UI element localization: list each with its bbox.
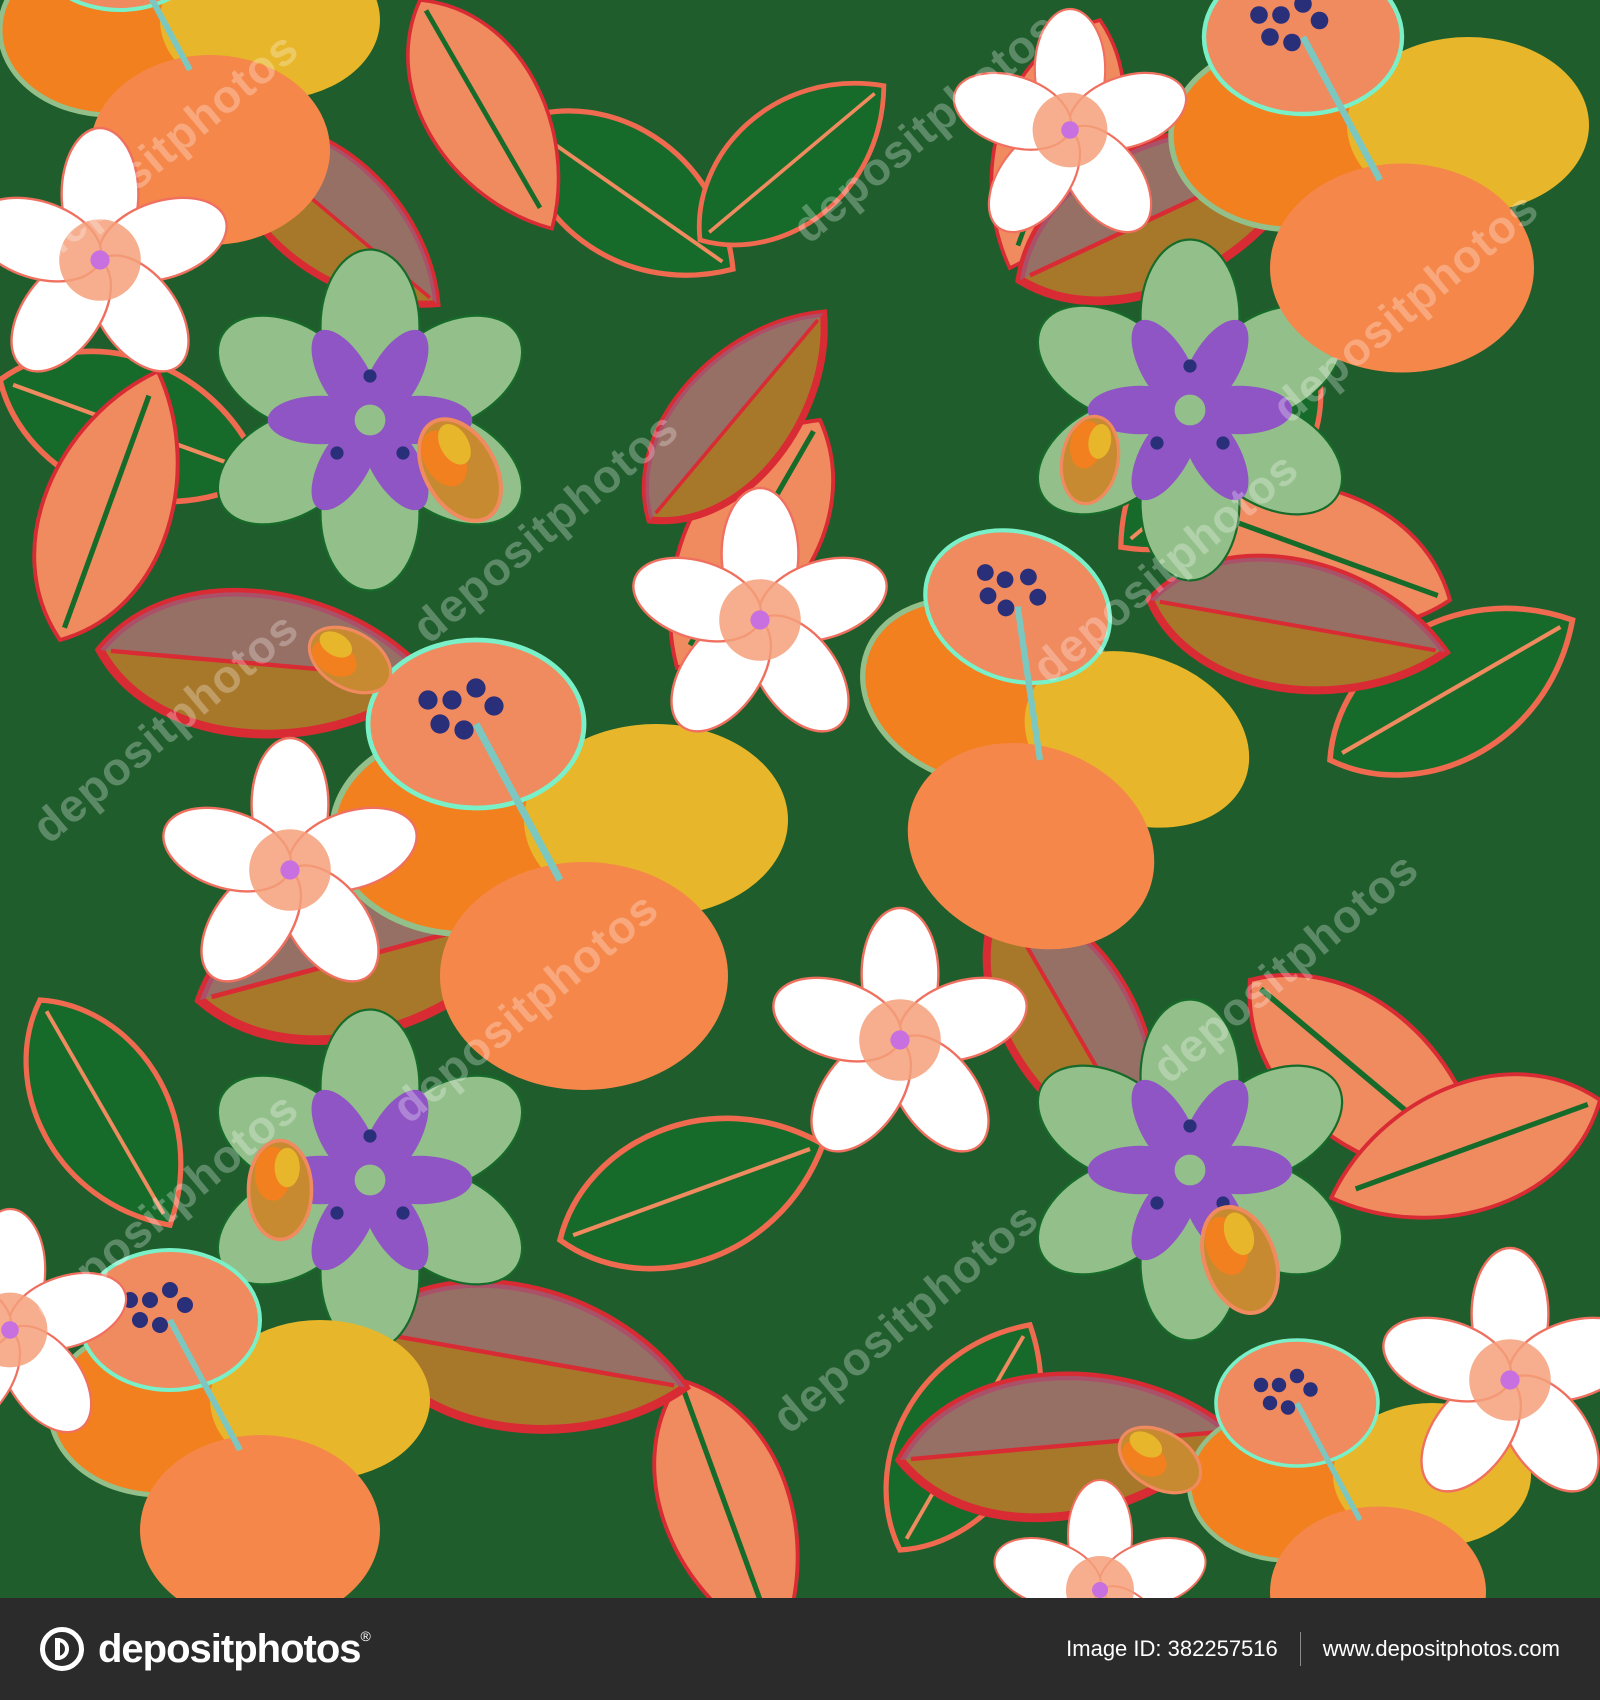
- floral-pattern-svg: [0, 0, 1600, 1598]
- image-id-value: 382257516: [1167, 1636, 1278, 1661]
- floral-pattern-artwork: depositphotos depositphotos depositphoto…: [0, 0, 1600, 1598]
- stock-footer-bar: depositphotos® Image ID: 382257516 www.d…: [0, 1598, 1600, 1700]
- image-meta: Image ID: 382257516 www.depositphotos.co…: [1066, 1632, 1560, 1666]
- depositphotos-logo-icon: [40, 1627, 84, 1671]
- image-id-label: Image ID:: [1066, 1636, 1162, 1661]
- image-id: Image ID: 382257516: [1066, 1636, 1278, 1662]
- brand-name: depositphotos®: [98, 1627, 371, 1671]
- brand[interactable]: depositphotos®: [40, 1627, 371, 1671]
- divider: [1299, 1632, 1301, 1666]
- website-link[interactable]: www.depositphotos.com: [1323, 1636, 1560, 1662]
